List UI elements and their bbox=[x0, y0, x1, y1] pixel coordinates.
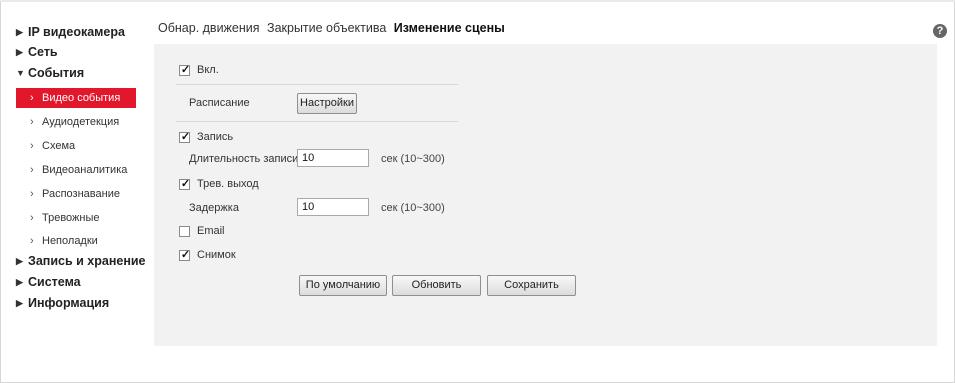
enable-label: Вкл. bbox=[197, 64, 219, 76]
record-duration-hint: сек (10~300) bbox=[381, 153, 445, 165]
record-duration-input[interactable]: 10 bbox=[297, 149, 369, 167]
sidebar-subitem-label: Схема bbox=[42, 140, 76, 152]
sidebar-subitem-label: Аудиодетекция bbox=[42, 116, 120, 128]
chevron-right-icon: › bbox=[30, 92, 34, 104]
sidebar-item-system[interactable]: ▶ Система bbox=[16, 272, 81, 292]
chevron-right-icon: › bbox=[30, 140, 34, 152]
email-checkbox[interactable] bbox=[179, 226, 190, 237]
sidebar-item-network[interactable]: ▶ Сеть bbox=[16, 42, 58, 62]
sidebar-subitem-video-analytics[interactable]: › Видеоаналитика bbox=[16, 160, 136, 180]
chevron-right-icon: › bbox=[30, 212, 34, 224]
expand-arrow-icon: ▶ bbox=[16, 256, 23, 266]
delay-hint: сек (10~300) bbox=[381, 202, 445, 214]
checkmark-icon: ✓ bbox=[180, 249, 191, 261]
chevron-right-icon: › bbox=[30, 188, 34, 200]
refresh-button[interactable]: Обновить bbox=[392, 275, 481, 296]
sidebar-subitem-audio-detection[interactable]: › Аудиодетекция bbox=[16, 112, 136, 132]
expand-arrow-icon: ▶ bbox=[16, 298, 23, 308]
tab-lens-cover[interactable]: Закрытие объектива bbox=[267, 21, 386, 35]
tab-scene-change[interactable]: Изменение сцены bbox=[394, 21, 505, 35]
collapse-arrow-icon: ▼ bbox=[16, 68, 25, 78]
snapshot-checkbox[interactable]: ✓ bbox=[179, 249, 191, 261]
delay-input[interactable]: 10 bbox=[297, 198, 369, 216]
sidebar-item-label: IP видеокамера bbox=[28, 25, 125, 39]
sidebar-subitem-recognition[interactable]: › Распознавание bbox=[16, 184, 136, 204]
sidebar-item-recording-storage[interactable]: ▶ Запись и хранение bbox=[16, 251, 146, 271]
alarm-output-label: Трев. выход bbox=[197, 178, 259, 190]
sidebar-subitem-label: Тревожные bbox=[42, 212, 100, 224]
default-button[interactable]: По умолчанию bbox=[299, 275, 387, 296]
sidebar-subitem-scheme[interactable]: › Схема bbox=[16, 136, 136, 156]
delay-label: Задержка bbox=[189, 202, 239, 214]
settings-panel: ✓ Вкл. Расписание Настройки ✓ Запись Дли… bbox=[154, 44, 937, 346]
sidebar-subitem-label: Неполадки bbox=[42, 235, 98, 247]
sidebar-item-label: Информация bbox=[28, 296, 110, 310]
sidebar-subitem-faults[interactable]: › Неполадки bbox=[16, 231, 136, 251]
sidebar-subitem-alarms[interactable]: › Тревожные bbox=[16, 208, 136, 228]
top-border bbox=[0, 0, 955, 2]
save-button[interactable]: Сохранить bbox=[487, 275, 576, 296]
checkmark-icon: ✓ bbox=[180, 131, 191, 143]
tab-motion-detection[interactable]: Обнар. движения bbox=[158, 21, 260, 35]
sidebar-subitem-video-events[interactable]: › Видео события bbox=[16, 88, 136, 108]
sidebar-item-events[interactable]: ▼ События bbox=[16, 63, 84, 83]
record-label: Запись bbox=[197, 131, 234, 143]
chevron-right-icon: › bbox=[30, 235, 34, 247]
enable-checkbox[interactable]: ✓ bbox=[179, 64, 191, 76]
expand-arrow-icon: ▶ bbox=[16, 27, 23, 37]
chevron-right-icon: › bbox=[30, 164, 34, 176]
sidebar-subitem-label: Распознавание bbox=[42, 188, 120, 200]
divider bbox=[176, 84, 458, 85]
expand-arrow-icon: ▶ bbox=[16, 277, 23, 287]
divider bbox=[176, 121, 458, 122]
checkmark-icon: ✓ bbox=[180, 64, 191, 76]
snapshot-label: Снимок bbox=[197, 249, 236, 261]
schedule-settings-button[interactable]: Настройки bbox=[297, 93, 357, 114]
tab-bar: Обнар. движения Закрытие объектива Измен… bbox=[158, 21, 509, 41]
sidebar-item-label: Система bbox=[28, 275, 81, 289]
record-duration-label: Длительность записи bbox=[189, 153, 299, 165]
checkmark-icon: ✓ bbox=[180, 178, 191, 190]
expand-arrow-icon: ▶ bbox=[16, 47, 23, 57]
sidebar-item-ip-camera[interactable]: ▶ IP видеокамера bbox=[16, 22, 125, 42]
sidebar-item-label: События bbox=[28, 66, 85, 80]
sidebar-item-label: Запись и хранение bbox=[28, 254, 146, 268]
alarm-output-checkbox[interactable]: ✓ bbox=[179, 178, 191, 190]
sidebar-item-information[interactable]: ▶ Информация bbox=[16, 293, 109, 313]
chevron-right-icon: › bbox=[30, 116, 34, 128]
email-label: Email bbox=[197, 225, 225, 237]
sidebar-subitem-label: Видео события bbox=[42, 92, 121, 104]
schedule-label: Расписание bbox=[189, 97, 250, 109]
sidebar-item-label: Сеть bbox=[28, 45, 58, 59]
help-icon[interactable]: ? bbox=[933, 24, 947, 38]
record-checkbox[interactable]: ✓ bbox=[179, 131, 191, 143]
sidebar-subitem-label: Видеоаналитика bbox=[42, 164, 128, 176]
